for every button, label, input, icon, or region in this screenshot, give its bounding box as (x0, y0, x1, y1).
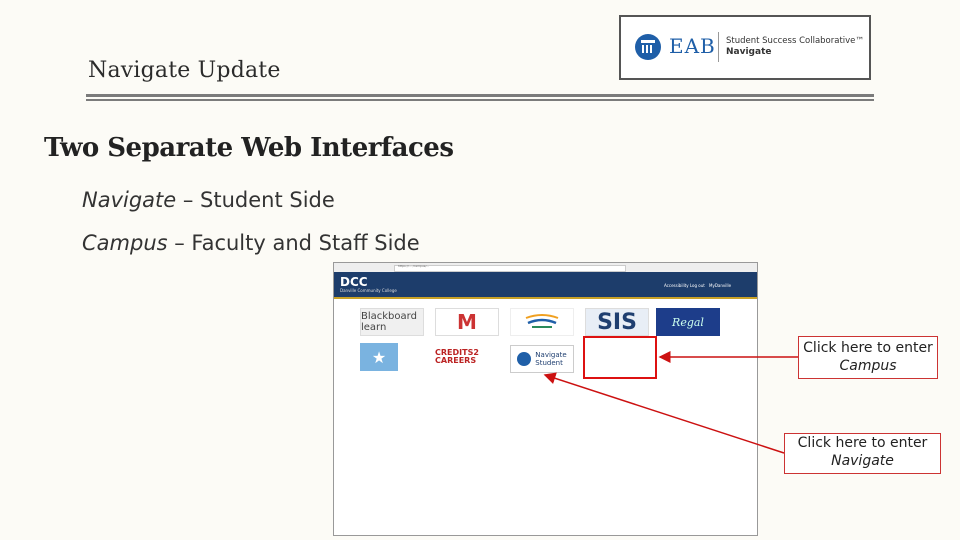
callout-campus-line1: Click here to enter (803, 340, 933, 356)
callout-navigate-line1: Click here to enter (797, 435, 928, 451)
callout-campus-italic: Campus (839, 358, 897, 374)
callout-campus: Click here to enter Campus (798, 336, 938, 379)
callout-navigate: Click here to enter Navigate (784, 433, 941, 474)
arrow-to-navigate (543, 372, 785, 454)
callout-navigate-italic: Navigate (831, 453, 894, 469)
